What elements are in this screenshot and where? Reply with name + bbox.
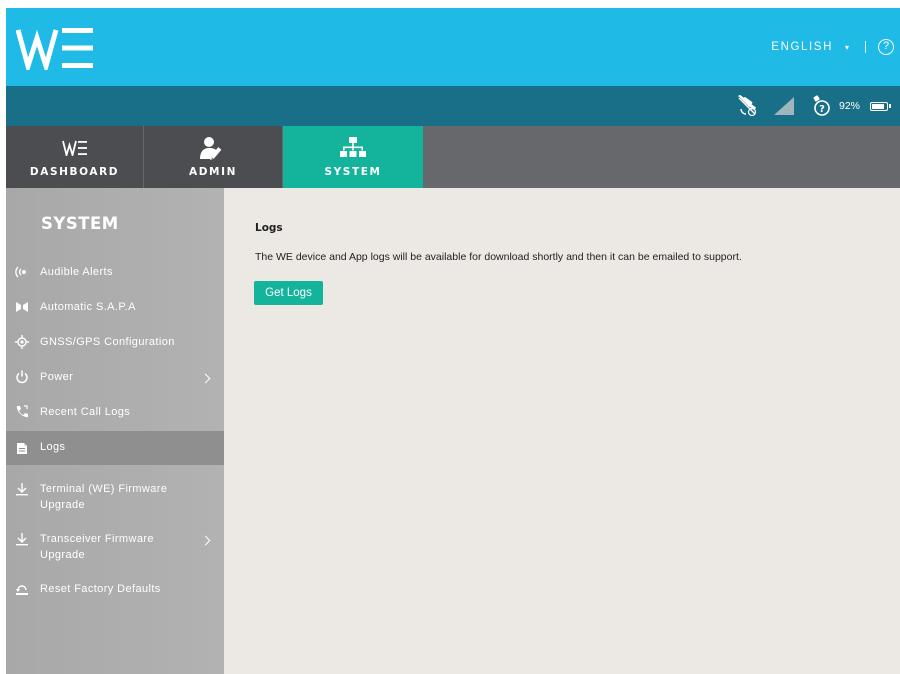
sidebar-item-label: Power <box>40 371 74 383</box>
admin-user-icon <box>199 136 227 160</box>
sidebar-item-recent-call-logs[interactable]: Recent Call Logs <box>6 405 224 421</box>
label-line-2: Upgrade <box>40 548 85 561</box>
logs-icon <box>15 441 29 455</box>
app-frame: WE ENGLISH ▾ ? <box>6 8 900 674</box>
label-line-1: Terminal (WE) Firmware <box>40 483 168 495</box>
sitemap-icon <box>340 136 366 160</box>
tab-dashboard[interactable]: DASHBOARD <box>6 126 143 188</box>
satellite-status-icon: ? <box>811 95 833 117</box>
svg-text:?: ? <box>819 104 825 115</box>
sidebar-item-gnss-gps-configuration[interactable]: GNSS/GPS Configuration <box>6 335 224 351</box>
sidebar-item-logs[interactable]: Logs <box>6 431 224 465</box>
chevron-right-icon <box>200 373 211 384</box>
main-tab-bar: DASHBOARD ADMIN SYSTEM <box>6 126 900 188</box>
page-title: Logs <box>255 222 283 234</box>
sidebar: SYSTEM Audible Alerts Automatic S.A.P.A … <box>6 188 224 674</box>
sapa-icon <box>15 300 29 314</box>
sidebar-item-power[interactable]: Power <box>6 370 224 386</box>
sidebar-item-label: Transceiver Firmware Upgrade <box>40 532 154 563</box>
battery-level-fill <box>872 103 884 109</box>
tab-label: DASHBOARD <box>29 166 120 178</box>
sidebar-item-label: GNSS/GPS Configuration <box>40 336 175 348</box>
sidebar-item-label: Reset Factory Defaults <box>40 583 161 595</box>
chevron-down-icon[interactable]: ▾ <box>845 43 849 52</box>
sidebar-item-terminal-firmware-upgrade[interactable]: Terminal (WE) Firmware Upgrade <box>6 482 224 514</box>
battery-icon <box>870 101 891 111</box>
sidebar-item-label: Audible Alerts <box>40 266 113 278</box>
header-actions: ENGLISH ▾ ? <box>771 36 894 58</box>
sidebar-title: SYSTEM <box>41 214 119 233</box>
reset-icon <box>15 582 29 596</box>
header-divider <box>865 41 866 53</box>
sidebar-item-reset-factory-defaults[interactable]: Reset Factory Defaults <box>6 582 224 598</box>
chevron-right-icon <box>200 535 211 546</box>
tab-label: SYSTEM <box>324 166 382 178</box>
phone-icon <box>15 405 29 419</box>
status-bar: ? 92% <box>6 86 900 126</box>
sidebar-item-transceiver-firmware-upgrade[interactable]: Transceiver Firmware Upgrade <box>6 532 224 564</box>
help-icon[interactable]: ? <box>878 39 894 55</box>
page-description: The WE device and App logs will be avail… <box>255 251 742 263</box>
download-icon <box>15 532 29 546</box>
sidebar-item-label: Recent Call Logs <box>40 406 131 418</box>
gps-off-icon <box>735 95 759 117</box>
sidebar-item-audible-alerts[interactable]: Audible Alerts <box>6 265 224 281</box>
get-logs-button[interactable]: Get Logs <box>254 281 323 305</box>
language-selector[interactable]: ENGLISH <box>771 41 833 53</box>
top-header: WE ENGLISH ▾ ? <box>6 8 900 86</box>
we-logo[interactable]: WE <box>16 26 96 70</box>
main-content: Logs The WE device and App logs will be … <box>224 188 900 674</box>
label-line-2: Upgrade <box>40 498 85 511</box>
sidebar-item-automatic-sapa[interactable]: Automatic S.A.P.A <box>6 300 224 316</box>
tab-admin[interactable]: ADMIN <box>144 126 282 188</box>
sidebar-item-label: Terminal (WE) Firmware Upgrade <box>40 482 167 513</box>
signal-strength-icon <box>773 96 795 116</box>
battery-percent: 92% <box>838 100 860 112</box>
audible-alerts-icon <box>15 265 29 279</box>
gps-target-icon <box>15 335 29 349</box>
tab-system[interactable]: SYSTEM <box>283 126 423 188</box>
status-icons: ? 92% <box>735 86 891 126</box>
we-logo-icon <box>61 136 88 160</box>
sidebar-item-label: Logs <box>40 441 66 453</box>
sidebar-item-label: Automatic S.A.P.A <box>40 301 136 313</box>
download-icon <box>15 482 29 496</box>
power-icon <box>15 370 29 384</box>
tab-label: ADMIN <box>189 166 237 178</box>
label-line-1: Transceiver Firmware <box>40 533 154 545</box>
